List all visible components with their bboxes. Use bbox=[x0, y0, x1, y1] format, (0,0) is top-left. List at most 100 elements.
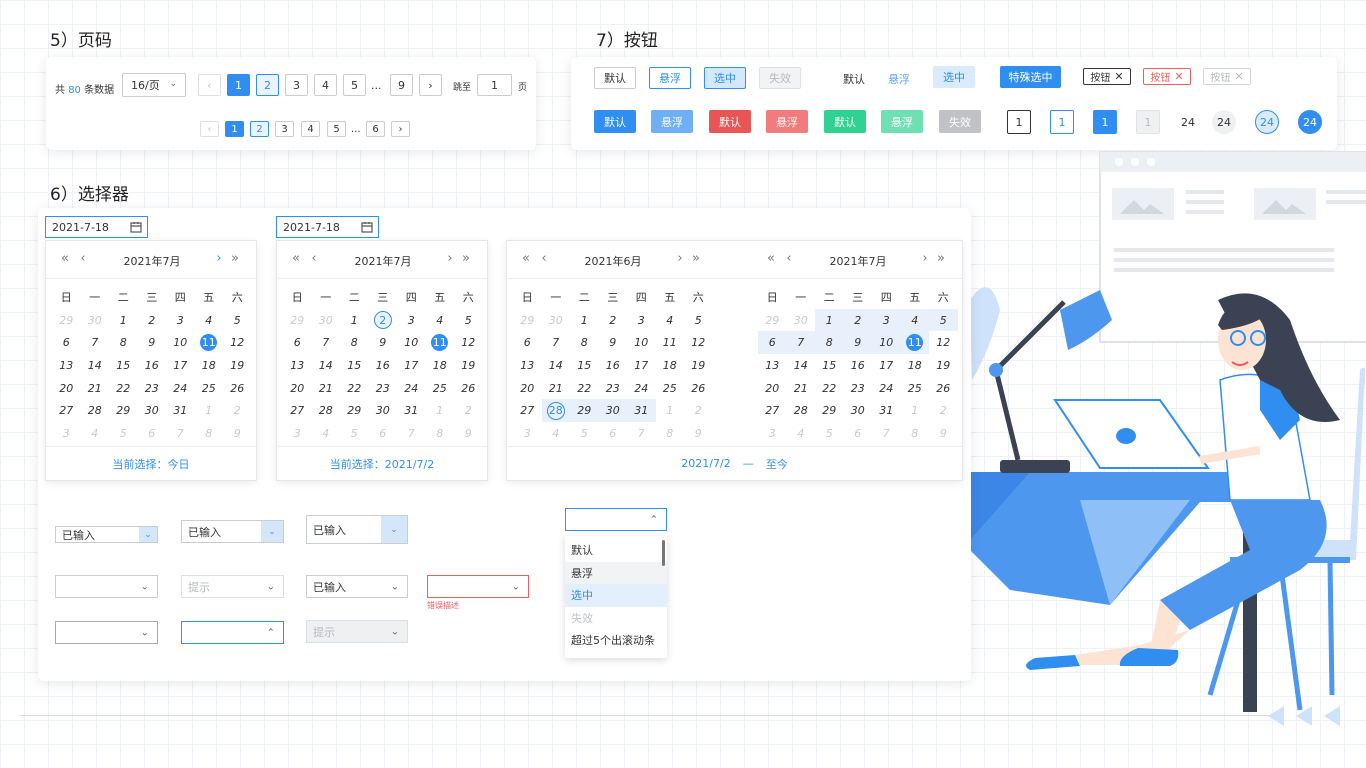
calendar-day[interactable]: 16 bbox=[138, 354, 167, 377]
next-month-icon[interactable]: › bbox=[918, 252, 932, 266]
calendar-day[interactable]: 22 bbox=[570, 377, 599, 400]
calendar-day[interactable]: 4 bbox=[542, 422, 571, 445]
calendar-day[interactable]: 25 bbox=[656, 377, 685, 400]
calendar-day[interactable]: 9 bbox=[684, 422, 713, 445]
calendar-day[interactable]: 6 bbox=[283, 331, 312, 354]
select-empty-dark[interactable]: ⌄ bbox=[55, 621, 158, 644]
calendar-day[interactable]: 31 bbox=[627, 399, 656, 423]
calendar-day[interactable]: 23 bbox=[844, 377, 873, 400]
date-input-2[interactable]: 2021-7-18 bbox=[276, 216, 379, 238]
calendar-day[interactable]: 8 bbox=[815, 331, 844, 355]
page-button-3[interactable]: 3 bbox=[285, 74, 308, 96]
calendar-day[interactable]: 27 bbox=[513, 399, 542, 422]
select-medium-filled[interactable]: 已输入 ⌄ bbox=[181, 520, 284, 543]
calendar-day[interactable]: 7 bbox=[786, 331, 815, 355]
calendar-day[interactable]: 10 bbox=[166, 331, 195, 354]
calendar-day[interactable]: 29 bbox=[758, 309, 787, 332]
calendar-day[interactable]: 4 bbox=[787, 422, 816, 445]
select-small-filled[interactable]: 已输入 ⌄ bbox=[55, 526, 158, 543]
calendar-day[interactable]: 30 bbox=[598, 399, 627, 423]
calendar-day[interactable]: 26 bbox=[454, 377, 483, 400]
calendar-day[interactable]: 12 bbox=[684, 331, 713, 354]
calendar-day[interactable]: 29 bbox=[283, 309, 312, 332]
circle-plain-button[interactable]: 24 bbox=[1176, 110, 1200, 134]
hover-button[interactable]: 悬浮 bbox=[649, 67, 691, 89]
calendar-day[interactable]: 29 bbox=[52, 309, 81, 332]
prev-year-icon[interactable]: « bbox=[289, 252, 303, 266]
calendar-day[interactable]: 1 bbox=[815, 308, 844, 332]
calendar-day[interactable]: 2 bbox=[138, 309, 167, 332]
tag-default[interactable]: 按钮 ✕ bbox=[1083, 68, 1131, 85]
calendar-day[interactable]: 21 bbox=[542, 377, 571, 400]
page-button-2[interactable]: 2 bbox=[256, 74, 279, 96]
calendar-day[interactable]: 31 bbox=[397, 399, 426, 422]
calendar-day[interactable]: 3 bbox=[397, 309, 426, 332]
calendar-day[interactable]: 8 bbox=[570, 331, 599, 354]
calendar-day[interactable]: 21 bbox=[312, 377, 341, 400]
calendar-day[interactable]: 10 bbox=[627, 331, 656, 354]
calendar-day[interactable]: 31 bbox=[166, 399, 195, 422]
calendar-day[interactable]: 14 bbox=[312, 354, 341, 377]
calendar-day[interactable]: 6 bbox=[138, 422, 167, 445]
close-icon[interactable]: ✕ bbox=[1114, 70, 1123, 83]
page-button-small-5[interactable]: 5 bbox=[327, 121, 346, 137]
calendar-day[interactable]: 15 bbox=[570, 354, 599, 377]
calendar-day[interactable]: 24 bbox=[627, 377, 656, 400]
calendar-day[interactable]: 8 bbox=[109, 331, 138, 354]
calendar-day[interactable]: 16 bbox=[369, 354, 398, 377]
calendar-day[interactable]: 5 bbox=[684, 309, 713, 332]
select-empty[interactable]: ⌄ bbox=[55, 575, 158, 598]
calendar-day[interactable]: 1 bbox=[340, 309, 369, 332]
circle-gray-button[interactable]: 24 bbox=[1212, 110, 1236, 134]
calendar-day[interactable]: 15 bbox=[109, 354, 138, 377]
prev-month-icon[interactable]: ‹ bbox=[537, 252, 551, 266]
calendar-day[interactable]: 5 bbox=[340, 422, 369, 445]
calendar-day[interactable]: 17 bbox=[627, 354, 656, 377]
calendar-day[interactable]: 7 bbox=[872, 422, 901, 445]
calendar-day[interactable]: 4 bbox=[195, 309, 224, 332]
calendar-day[interactable]: 20 bbox=[513, 377, 542, 400]
calendar-day[interactable]: 3 bbox=[52, 422, 81, 445]
calendar-day[interactable]: 6 bbox=[599, 422, 628, 445]
calendar-day[interactable]: 3 bbox=[166, 309, 195, 332]
calendar-range-footer[interactable]: 2021/7/2 — 至今 bbox=[507, 446, 962, 480]
dropdown-option-hover[interactable]: 悬浮 bbox=[565, 561, 667, 584]
calendar-day[interactable]: 17 bbox=[872, 354, 901, 377]
calendar-day[interactable]: 31 bbox=[872, 399, 901, 422]
calendar-day[interactable]: 11 bbox=[426, 331, 455, 354]
calendar-day[interactable]: 7 bbox=[397, 422, 426, 445]
calendar-day[interactable]: 25 bbox=[195, 377, 224, 400]
calendar-day[interactable]: 10 bbox=[397, 331, 426, 354]
calendar-day[interactable]: 3 bbox=[513, 422, 542, 445]
dropdown-option-selected[interactable]: 选中 bbox=[565, 584, 667, 607]
calendar-day[interactable]: 24 bbox=[166, 377, 195, 400]
calendar-day[interactable]: 1 bbox=[656, 399, 685, 422]
calendar-day[interactable]: 24 bbox=[397, 377, 426, 400]
select-placeholder[interactable]: 提示 ⌄ bbox=[181, 575, 284, 598]
next-month-icon[interactable]: › bbox=[212, 252, 226, 266]
calendar-day[interactable]: 11 bbox=[900, 331, 929, 355]
calendar-day[interactable]: 26 bbox=[684, 377, 713, 400]
select-filled[interactable]: 已输入 ⌄ bbox=[306, 575, 408, 598]
calendar-day[interactable]: 29 bbox=[513, 309, 542, 332]
calendar-day[interactable]: 26 bbox=[929, 377, 958, 400]
calendar-day[interactable]: 28 bbox=[312, 399, 341, 422]
calendar-day[interactable]: 14 bbox=[542, 354, 571, 377]
calendar-day[interactable]: 2 bbox=[843, 308, 872, 332]
disabled-button[interactable]: 失效 bbox=[759, 67, 801, 89]
calendar-day[interactable]: 11 bbox=[656, 331, 685, 354]
calendar-day[interactable]: 5 bbox=[223, 309, 252, 332]
date-input-1[interactable]: 2021-7-18 bbox=[45, 216, 148, 238]
calendar-day[interactable]: 21 bbox=[787, 377, 816, 400]
calendar-day[interactable]: 3 bbox=[283, 422, 312, 445]
calendar-day[interactable]: 18 bbox=[426, 354, 455, 377]
calendar-day[interactable]: 18 bbox=[901, 354, 930, 377]
calendar-day[interactable]: 9 bbox=[843, 331, 872, 355]
calendar-day[interactable]: 3 bbox=[872, 308, 901, 332]
calendar-day[interactable]: 27 bbox=[52, 399, 81, 422]
select-disabled[interactable]: 提示 ⌄ bbox=[306, 620, 408, 643]
next-year-icon[interactable]: » bbox=[459, 252, 473, 266]
calendar-day[interactable]: 8 bbox=[656, 422, 685, 445]
page-button-small-2[interactable]: 2 bbox=[250, 121, 269, 137]
calendar-day[interactable]: 17 bbox=[166, 354, 195, 377]
